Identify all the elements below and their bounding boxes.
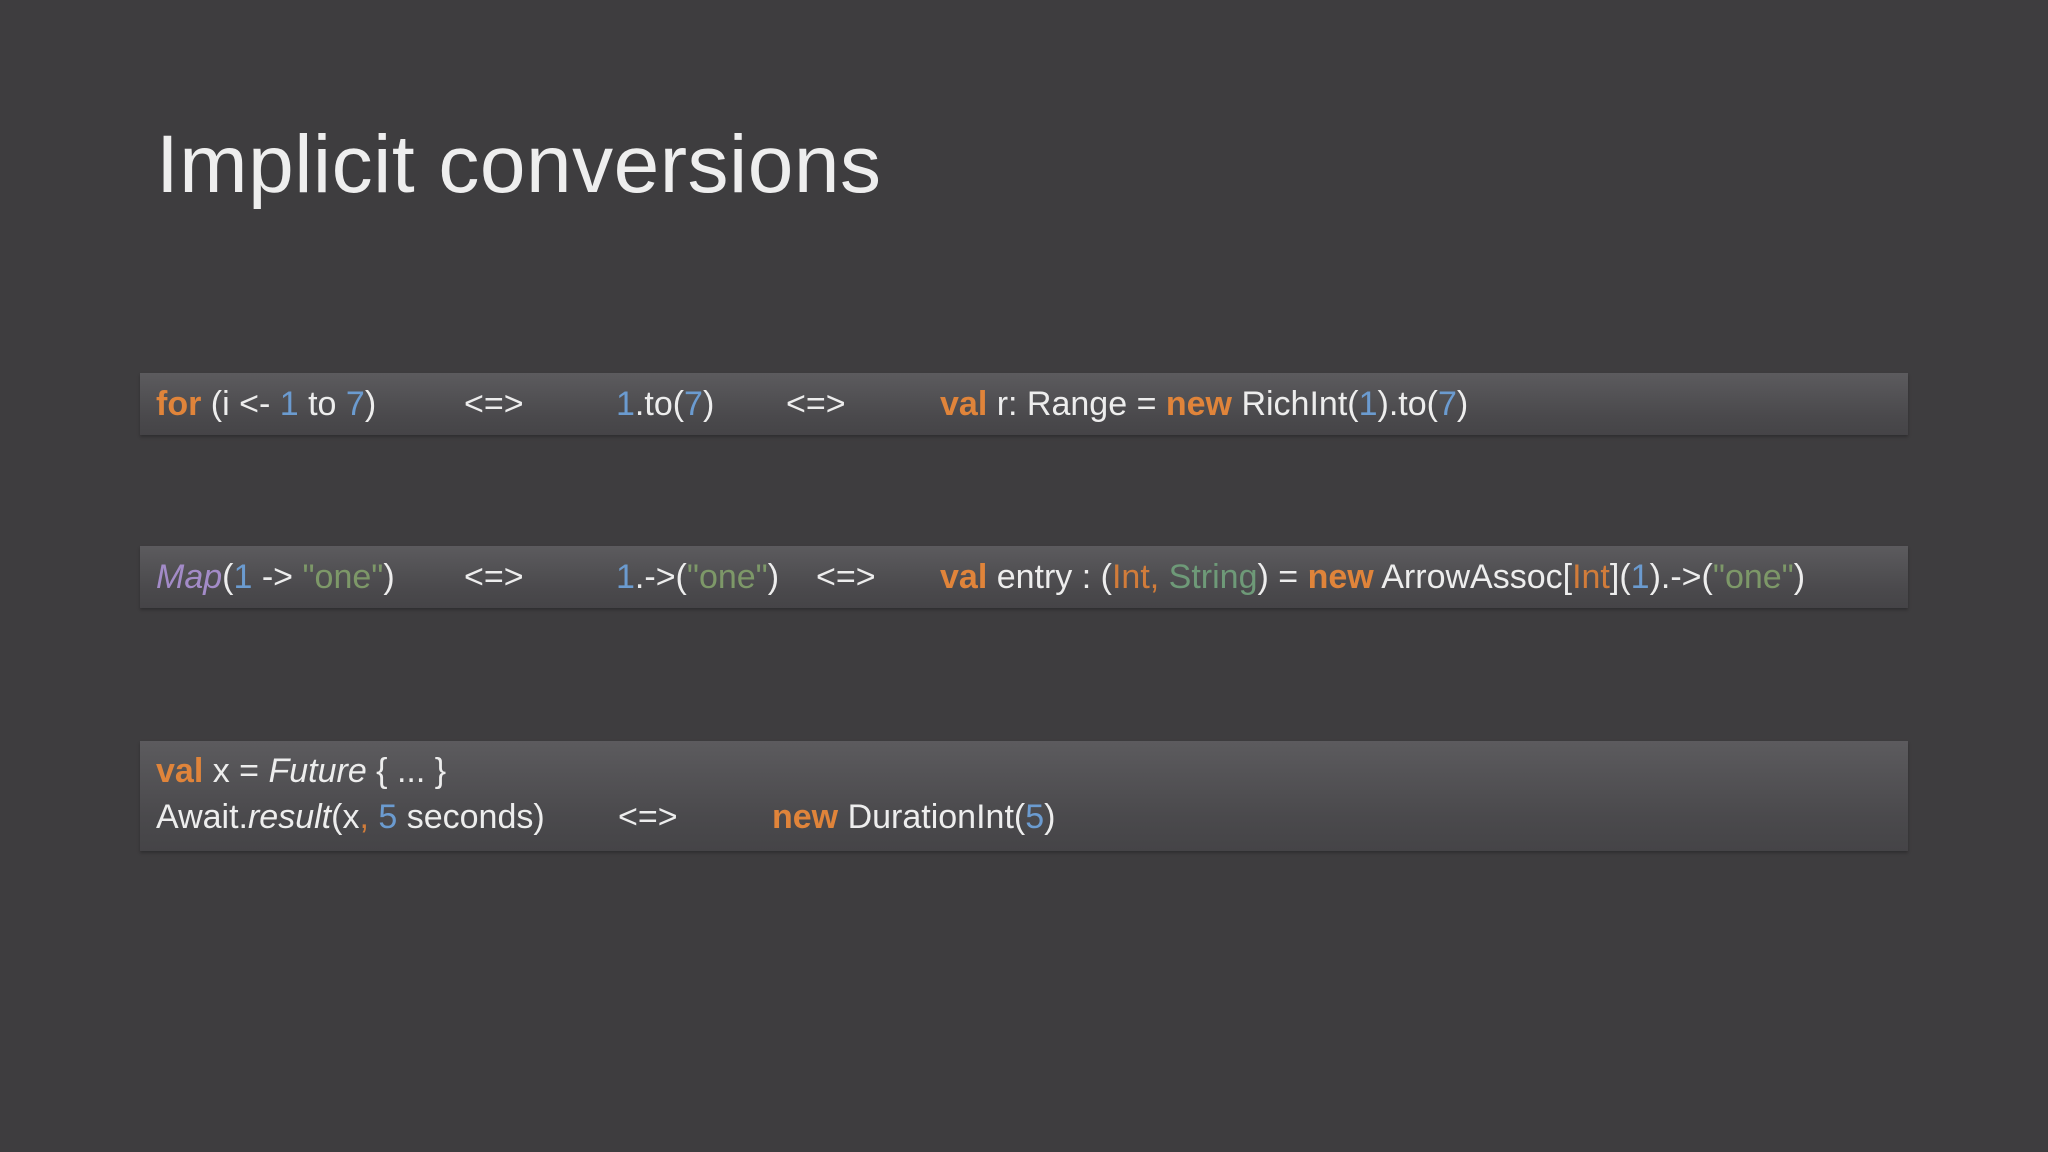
- code-token: to: [298, 385, 346, 423]
- equivalence-arrow: <=>: [464, 384, 524, 424]
- code-token: val: [940, 385, 988, 423]
- code-token: ): [702, 385, 715, 423]
- code-band-duration: val x = Future { ... } Await.result(x, 5…: [140, 741, 1908, 851]
- code-token: DurationInt(: [838, 798, 1026, 836]
- code-token: (x: [331, 798, 360, 836]
- code-token: new: [772, 798, 839, 836]
- code-token: "one": [1712, 558, 1794, 596]
- code-token: ) =: [1257, 558, 1308, 596]
- code-expression: val x = Future { ... }: [156, 751, 446, 791]
- code-expression: for (i <- 1 to 7): [156, 384, 376, 424]
- code-token: new: [1165, 385, 1232, 423]
- code-token: RichInt(: [1232, 385, 1359, 423]
- code-token: 1: [279, 385, 299, 423]
- code-token: 1: [1358, 385, 1378, 423]
- code-token: x =: [203, 752, 269, 790]
- code-token: Await.: [156, 798, 248, 836]
- code-token: val: [940, 558, 988, 596]
- code-expression: 1.to(7): [616, 384, 714, 424]
- code-token: 1: [616, 558, 635, 596]
- code-token: 1: [616, 385, 635, 423]
- equivalence-arrow: <=>: [618, 797, 678, 837]
- code-token: "one": [302, 558, 384, 596]
- code-expression: new DurationInt(5): [772, 797, 1055, 837]
- code-token: ->: [252, 558, 303, 596]
- code-token: Map: [156, 558, 223, 596]
- code-token: <=>: [816, 558, 876, 596]
- code-expression: Map(1 -> "one"): [156, 557, 395, 597]
- code-token: seconds): [397, 798, 545, 836]
- code-token: ](: [1609, 558, 1631, 596]
- code-token: r: Range =: [987, 385, 1166, 423]
- code-token: <=>: [464, 558, 524, 596]
- code-token: ): [1044, 798, 1056, 836]
- code-token: ,: [359, 798, 369, 836]
- code-token: result: [247, 798, 332, 836]
- code-token: val: [156, 752, 204, 790]
- code-token: 1: [233, 558, 253, 596]
- code-token: ).to(: [1377, 385, 1438, 423]
- code-token: ): [383, 558, 395, 596]
- code-token: ): [364, 385, 377, 423]
- code-token: 5: [1025, 798, 1045, 836]
- code-token: new: [1307, 558, 1374, 596]
- code-expression: val r: Range = new RichInt(1).to(7): [940, 384, 1468, 424]
- slide-title: Implicit conversions: [156, 119, 882, 210]
- code-band-range: for (i <- 1 to 7) <=> 1.to(7) <=> val r: Ran…: [140, 373, 1908, 435]
- code-token: ).->(: [1649, 558, 1713, 596]
- code-token: .to(: [634, 385, 685, 423]
- code-token: (i <-: [201, 385, 280, 423]
- code-band-arrow-assoc: Map(1 -> "one") <=> 1.->("one") <=> val entr…: [140, 546, 1908, 608]
- code-token: <=>: [618, 798, 678, 836]
- code-token: for: [156, 385, 202, 423]
- code-token: ): [1793, 558, 1806, 596]
- code-token: { ... }: [366, 752, 447, 790]
- code-expression: Await.result(x, 5 seconds): [156, 797, 545, 837]
- code-token: Future: [268, 752, 367, 790]
- code-token: Int,: [1111, 558, 1160, 596]
- code-token: 1: [1630, 558, 1650, 596]
- code-token: <=>: [786, 385, 846, 423]
- code-token: "one": [686, 558, 768, 596]
- code-token: 7: [684, 385, 703, 423]
- equivalence-arrow: <=>: [816, 557, 876, 597]
- code-token: Int: [1572, 558, 1610, 596]
- code-token: ): [1456, 385, 1469, 423]
- equivalence-arrow: <=>: [464, 557, 524, 597]
- code-token: ): [767, 558, 780, 596]
- code-token: String: [1159, 558, 1258, 596]
- code-token: 7: [345, 385, 365, 423]
- code-expression: val entry : (Int, String) = new ArrowAss…: [940, 557, 1805, 597]
- code-token: 7: [1437, 385, 1457, 423]
- equivalence-arrow: <=>: [786, 384, 846, 424]
- code-expression: 1.->("one"): [616, 557, 779, 597]
- code-token: .->(: [634, 558, 687, 596]
- code-token: (: [222, 558, 234, 596]
- code-token: <=>: [464, 385, 524, 423]
- code-token: 5: [368, 798, 398, 836]
- code-token: entry : (: [987, 558, 1112, 596]
- code-token: ArrowAssoc[: [1373, 558, 1573, 596]
